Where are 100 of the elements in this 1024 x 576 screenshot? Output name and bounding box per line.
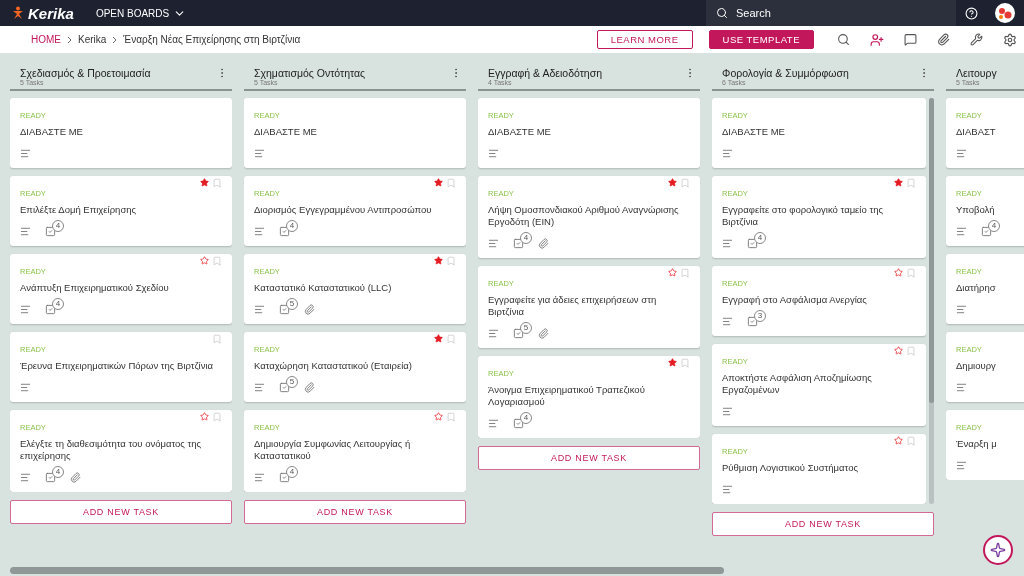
checklist-icon[interactable] (279, 304, 290, 315)
attachment-icon[interactable] (304, 382, 315, 393)
breadcrumb-link[interactable]: Kerika (78, 34, 107, 45)
logo-icon (12, 6, 24, 20)
attachment-icon[interactable] (937, 33, 950, 46)
attachment-icon[interactable] (70, 472, 81, 483)
search-icon (716, 7, 728, 19)
task-title: ΔΙΑΒΑΣΤΕ ΜΕ (20, 126, 84, 138)
star-icon[interactable] (668, 358, 677, 367)
description-icon[interactable] (722, 484, 733, 495)
description-icon[interactable] (956, 148, 967, 159)
assistant-button[interactable] (983, 535, 1013, 565)
add-task-button[interactable]: ADD NEW TASK (244, 500, 466, 524)
add-person-icon[interactable] (870, 32, 884, 47)
avatar[interactable] (995, 3, 1016, 23)
scrollbar[interactable] (929, 98, 934, 504)
description-icon[interactable] (722, 406, 733, 417)
checklist-count: 4 (520, 232, 532, 244)
checklist-icon[interactable] (981, 226, 992, 237)
checklist-icon[interactable] (747, 238, 758, 249)
task-title: Ελέγξτε τη διαθεσιμότητα του ονόματος της επιχείρησης (20, 438, 203, 462)
description-icon[interactable] (254, 226, 265, 237)
use-template-button[interactable]: USE TEMPLATE (708, 30, 814, 49)
breadcrumb-link[interactable]: HOME (31, 34, 61, 45)
checklist-count: 5 (286, 298, 298, 310)
star-icon[interactable] (894, 268, 903, 277)
checklist-icon[interactable] (279, 472, 290, 483)
description-icon[interactable] (254, 472, 265, 483)
task-title: Καταχώρηση Καταστατικού (Εταιρεία) (254, 360, 413, 372)
task-title: Ρύθμιση Λογιστικού Συστήματος (722, 462, 860, 474)
attachment-icon[interactable] (538, 238, 549, 249)
star-icon[interactable] (434, 178, 443, 187)
search-field[interactable]: Search (706, 0, 956, 26)
horizontal-scrollbar[interactable] (10, 567, 724, 574)
checklist-icon[interactable] (279, 226, 290, 237)
checklist-icon[interactable] (513, 328, 524, 339)
description-icon[interactable] (254, 304, 265, 315)
description-icon[interactable] (20, 472, 31, 483)
help-icon[interactable] (964, 6, 978, 20)
checklist-count: 4 (52, 298, 64, 310)
app-logo: Kerika (28, 4, 74, 22)
description-icon[interactable] (20, 148, 31, 159)
attachment-icon[interactable] (304, 304, 315, 315)
star-icon[interactable] (200, 412, 209, 421)
breadcrumb-link[interactable]: Έναρξη Νέας Επιχείρησης στη Βιρτζίνια (123, 34, 301, 45)
description-icon[interactable] (722, 238, 733, 249)
checklist-count: 4 (286, 220, 298, 232)
star-icon[interactable] (200, 178, 209, 187)
add-task-button[interactable]: ADD NEW TASK (478, 446, 700, 470)
open-boards-menu[interactable]: OPEN BOARDS (95, 6, 187, 20)
task-title: Έναρξη μ (956, 438, 998, 450)
star-icon[interactable] (434, 412, 443, 421)
task-title: Άνοιγμα Επιχειρηματικού Τραπεζικού Λογαριασμού (488, 384, 646, 408)
description-icon[interactable] (254, 382, 265, 393)
checklist-icon[interactable] (747, 316, 758, 327)
checklist-icon[interactable] (45, 226, 56, 237)
star-icon[interactable] (894, 178, 903, 187)
description-icon[interactable] (956, 460, 967, 471)
star-icon[interactable] (894, 346, 903, 355)
settings-icon[interactable] (1003, 32, 1017, 47)
task-title: Εγγραφείτε για άδειες επιχειρήσεων στη Βιρτζίνια (488, 294, 658, 318)
chevron-icon (67, 35, 72, 44)
star-icon[interactable] (894, 436, 903, 445)
checklist-count: 5 (286, 376, 298, 388)
star-icon[interactable] (434, 256, 443, 265)
attachment-icon[interactable] (538, 328, 549, 339)
task-title: Ανάπτυξη Επιχειρηματικού Σχεδίου (20, 282, 170, 294)
description-icon[interactable] (956, 226, 967, 237)
description-icon[interactable] (488, 418, 499, 429)
learn-more-button[interactable]: LEARN MORE (596, 30, 693, 49)
description-icon[interactable] (956, 382, 967, 393)
checklist-count: 5 (520, 322, 532, 334)
task-title: Αποκτήστε Ασφάλιση Αποζημίωσης Εργαζομένων (722, 372, 873, 396)
description-icon[interactable] (488, 148, 499, 159)
star-icon[interactable] (200, 256, 209, 265)
checklist-count: 4 (520, 412, 532, 424)
checklist-count: 4 (52, 220, 64, 232)
checklist-icon[interactable] (513, 418, 524, 429)
description-icon[interactable] (722, 316, 733, 327)
checklist-icon[interactable] (513, 238, 524, 249)
checklist-icon[interactable] (279, 382, 290, 393)
add-task-button[interactable]: ADD NEW TASK (10, 500, 232, 524)
search-icon[interactable] (837, 33, 850, 46)
star-icon[interactable] (434, 334, 443, 343)
wrench-icon[interactable] (970, 33, 983, 46)
description-icon[interactable] (956, 304, 967, 315)
checklist-icon[interactable] (45, 472, 56, 483)
chat-icon[interactable] (904, 33, 917, 46)
task-title: ΔΙΑΒΑΣΤΕ ΜΕ (488, 126, 552, 138)
star-icon[interactable] (668, 178, 677, 187)
checklist-icon[interactable] (45, 304, 56, 315)
star-icon[interactable] (668, 268, 677, 277)
description-icon[interactable] (20, 304, 31, 315)
description-icon[interactable] (20, 226, 31, 237)
description-icon[interactable] (20, 382, 31, 393)
description-icon[interactable] (254, 148, 265, 159)
description-icon[interactable] (722, 148, 733, 159)
description-icon[interactable] (488, 328, 499, 339)
add-task-button[interactable]: ADD NEW TASK (712, 512, 934, 536)
description-icon[interactable] (488, 238, 499, 249)
